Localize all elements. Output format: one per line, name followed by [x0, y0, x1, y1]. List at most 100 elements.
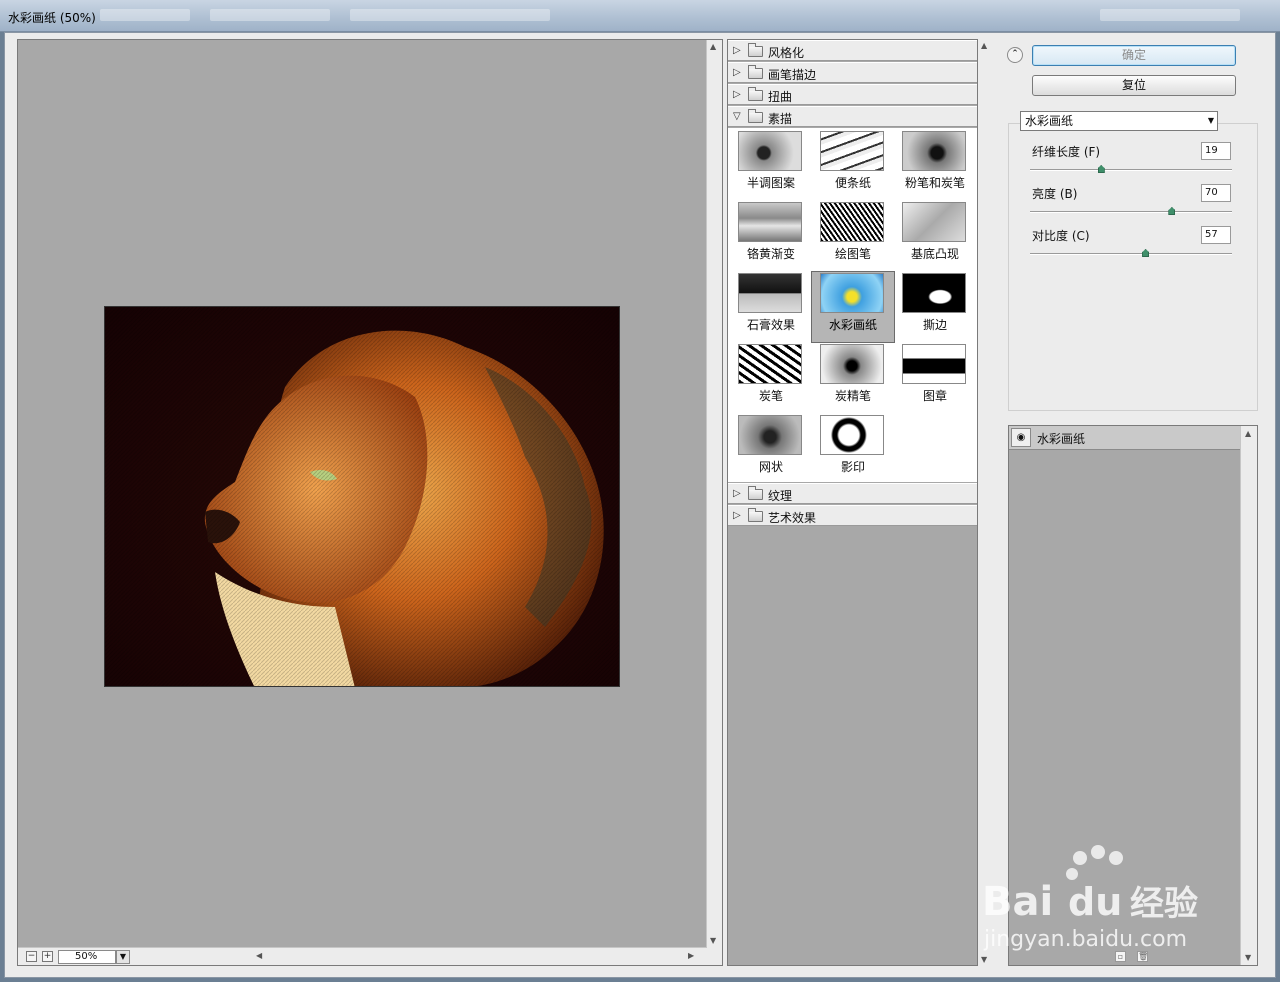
- filter-settings-panel: [1008, 123, 1258, 411]
- window-title: 水彩画纸 (50%): [8, 11, 96, 25]
- zoom-out-button[interactable]: −: [26, 951, 37, 962]
- gallery-scrollbar[interactable]: ▲ ▼: [978, 39, 992, 966]
- blurred-menu: [350, 9, 550, 21]
- category-label: 纹理: [768, 489, 793, 503]
- category-texture[interactable]: ▷ 纹理: [728, 483, 977, 504]
- expand-icon: ▷: [733, 89, 741, 100]
- effect-layer-row[interactable]: ◉ 水彩画纸: [1009, 426, 1240, 450]
- folder-icon: [748, 65, 763, 79]
- fiber-length-label: 纤维长度 (F): [1032, 145, 1101, 159]
- thumb-label: 网状: [758, 460, 783, 474]
- folder-icon: [748, 43, 763, 57]
- scroll-up-icon[interactable]: ▲: [710, 42, 716, 51]
- zoom-dropdown-icon[interactable]: ▼: [116, 950, 130, 964]
- filter-gallery-dialog: ▲ ▼ − + 50% ▼ ◀ ▶ ▷ 风格化 ▷ 画笔描边 ▷ 扭曲 ▽ 素描…: [4, 32, 1276, 978]
- thumb-label: 石膏效果: [746, 318, 795, 332]
- category-sketch[interactable]: ▽ 素描: [728, 106, 977, 127]
- delete-effect-layer-icon[interactable]: 🗑: [1137, 951, 1148, 962]
- visibility-eye-icon[interactable]: ◉: [1011, 428, 1031, 447]
- thumb-conte-crayon[interactable]: 炭精笔: [812, 343, 894, 413]
- collapse-gallery-button[interactable]: ⌃: [1007, 47, 1023, 63]
- expand-icon: ▷: [733, 488, 741, 499]
- brightness-label: 亮度 (B): [1032, 187, 1078, 201]
- thumb-halftone-pattern[interactable]: 半调图案: [730, 130, 812, 200]
- thumbnail-grid: 半调图案 便条纸 粉笔和炭笔 铬黄渐变 绘图笔 基底凸现 石膏效果 水彩画纸 撕…: [728, 128, 977, 482]
- zoom-in-button[interactable]: +: [42, 951, 53, 962]
- zoom-field[interactable]: 50%: [58, 950, 116, 964]
- filter-select[interactable]: 水彩画纸 ▼: [1020, 111, 1218, 131]
- thumb-reticulation[interactable]: 网状: [730, 414, 812, 484]
- thumb-bas-relief[interactable]: 基底凸现: [894, 201, 976, 271]
- preview-panel[interactable]: ▲ ▼ − + 50% ▼ ◀ ▶: [17, 39, 723, 966]
- lion-image: [105, 307, 619, 686]
- folder-icon: [748, 508, 763, 522]
- new-effect-layer-icon[interactable]: ▫: [1115, 951, 1126, 962]
- scroll-down-icon[interactable]: ▼: [710, 936, 716, 945]
- thumb-label: 炭精笔: [834, 389, 871, 403]
- thumb-water-paper[interactable]: 水彩画纸: [811, 271, 895, 343]
- expand-icon: ▷: [733, 45, 741, 56]
- dropdown-icon: ▼: [1207, 116, 1214, 125]
- thumb-torn-edges[interactable]: 撕边: [894, 272, 976, 342]
- collapse-icon: ▽: [733, 111, 741, 122]
- fiber-length-slider[interactable]: [1030, 165, 1232, 173]
- thumb-chrome[interactable]: 铬黄渐变: [730, 201, 812, 271]
- expand-icon: ▷: [733, 67, 741, 78]
- scroll-down-icon[interactable]: ▼: [981, 955, 987, 964]
- ok-button[interactable]: 确定: [1032, 45, 1236, 66]
- brightness-input[interactable]: 70: [1201, 184, 1231, 202]
- zoom-bar: − + 50% ▼ ◀ ▶: [18, 947, 707, 965]
- scroll-left-icon[interactable]: ◀: [256, 951, 262, 960]
- thumb-plaster[interactable]: 石膏效果: [730, 272, 812, 342]
- contrast-label: 对比度 (C): [1032, 229, 1090, 243]
- layers-scrollbar[interactable]: ▲ ▼: [1240, 426, 1257, 965]
- thumb-graphic-pen[interactable]: 绘图笔: [812, 201, 894, 271]
- category-distort[interactable]: ▷ 扭曲: [728, 84, 977, 105]
- thumb-photocopy[interactable]: 影印: [812, 414, 894, 484]
- category-artistic[interactable]: ▷ 艺术效果: [728, 505, 977, 526]
- folder-icon: [748, 87, 763, 101]
- title-bar: 水彩画纸 (50%): [0, 0, 1280, 32]
- thumb-stamp[interactable]: 图章: [894, 343, 976, 413]
- scroll-right-icon[interactable]: ▶: [688, 951, 694, 960]
- thumb-label: 水彩画纸: [828, 318, 877, 332]
- category-brush-strokes[interactable]: ▷ 画笔描边: [728, 62, 977, 83]
- category-stylize[interactable]: ▷ 风格化: [728, 40, 977, 61]
- scroll-up-icon[interactable]: ▲: [981, 41, 987, 50]
- contrast-slider[interactable]: [1030, 249, 1232, 257]
- scroll-up-icon[interactable]: ▲: [1245, 429, 1251, 438]
- effect-layers-panel: ◉ 水彩画纸 ▲ ▼: [1008, 425, 1258, 966]
- filter-gallery: ▷ 风格化 ▷ 画笔描边 ▷ 扭曲 ▽ 素描 半调图案 便条纸 粉笔和炭笔 铬黄…: [727, 39, 978, 966]
- open-folder-icon: [748, 109, 763, 123]
- thumb-label: 炭笔: [758, 389, 783, 403]
- preview-vertical-scrollbar[interactable]: ▲ ▼: [706, 40, 722, 965]
- thumb-label: 便条纸: [834, 176, 871, 190]
- thumb-label: 图章: [922, 389, 947, 403]
- thumb-note-paper[interactable]: 便条纸: [812, 130, 894, 200]
- reset-button[interactable]: 复位: [1032, 75, 1236, 96]
- effect-layer-label: 水彩画纸: [1037, 432, 1086, 446]
- thumb-label: 半调图案: [746, 176, 795, 190]
- category-label: 画笔描边: [768, 68, 817, 82]
- category-label: 艺术效果: [768, 511, 817, 525]
- scroll-down-icon[interactable]: ▼: [1245, 953, 1251, 962]
- blurred-controls: [1100, 9, 1240, 21]
- blurred-menu: [210, 9, 330, 21]
- thumb-label: 影印: [840, 460, 865, 474]
- fiber-length-input[interactable]: 19: [1201, 142, 1231, 160]
- filter-select-value: 水彩画纸: [1025, 114, 1074, 128]
- folder-icon: [748, 486, 763, 500]
- brightness-slider[interactable]: [1030, 207, 1232, 215]
- thumb-label: 基底凸现: [910, 247, 959, 261]
- thumb-label: 铬黄渐变: [746, 247, 795, 261]
- expand-icon: ▷: [733, 510, 741, 521]
- thumb-chalk-charcoal[interactable]: 粉笔和炭笔: [894, 130, 976, 200]
- thumb-label: 绘图笔: [834, 247, 871, 261]
- blurred-menu: [100, 9, 190, 21]
- thumb-label: 撕边: [922, 318, 947, 332]
- thumb-charcoal[interactable]: 炭笔: [730, 343, 812, 413]
- category-label: 素描: [768, 112, 793, 126]
- category-label: 风格化: [768, 46, 805, 60]
- preview-image: [104, 306, 620, 687]
- contrast-input[interactable]: 57: [1201, 226, 1231, 244]
